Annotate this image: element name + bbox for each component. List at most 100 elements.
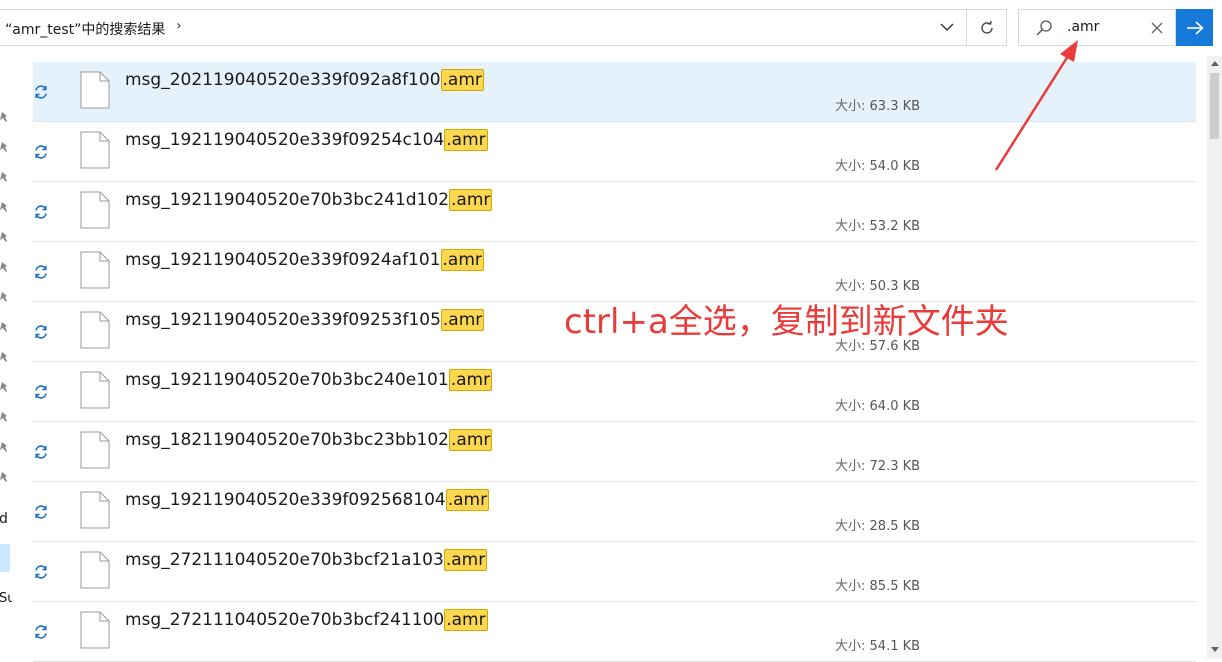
file-name[interactable]: msg_192119040520e339f092568104 .amr [125,489,490,511]
file-size: 大小: 54.1 KB [835,635,920,654]
file-size-label: 大小: [835,399,866,414]
sync-status-icon [35,325,47,339]
file-icon [80,71,110,109]
chevron-down-icon [940,23,954,31]
nav-item-partial[interactable]: d [0,511,8,527]
pin-icon[interactable] [0,232,8,242]
search-match-highlight: .amr [449,189,493,211]
file-size: 大小: 72.3 KB [835,455,920,474]
file-size-value: 28.5 KB [869,519,921,534]
search-match-highlight: .amr [444,609,488,631]
file-row[interactable]: msg_182119040520e70b3bc23bb102 .amr 大小: 72… [33,422,1196,482]
pin-icon[interactable] [0,202,8,212]
sync-status-icon [35,265,47,279]
file-icon [80,611,110,649]
file-size-value: 72.3 KB [869,459,921,474]
file-icon [80,311,110,349]
file-name-prefix: msg_182119040520e70b3bc23bb102 [125,430,449,450]
caret-up-icon [1210,61,1219,66]
file-size-label: 大小: [835,639,866,654]
breadcrumb-chevron-icon[interactable]: › [176,18,182,34]
file-name-prefix: msg_192119040520e339f09254c104 [125,130,445,150]
file-size: 大小: 85.5 KB [835,575,920,594]
file-name[interactable]: msg_272111040520e70b3bcf241100 .amr [125,609,488,631]
file-size-label: 大小: [835,279,866,294]
search-match-highlight: .amr [440,69,484,91]
pin-icon[interactable] [0,442,8,452]
file-size-value: 54.1 KB [869,639,921,654]
file-size-label: 大小: [835,219,866,234]
file-size-label: 大小: [835,159,866,174]
pin-icon[interactable] [0,172,8,182]
close-icon [1151,22,1163,34]
file-name[interactable]: msg_192119040520e339f09253f105 .amr [125,309,485,331]
scroll-down-button[interactable] [1207,642,1222,657]
search-match-highlight: .amr [440,249,484,271]
file-name[interactable]: msg_192119040520e339f0924af101 .amr [125,249,484,271]
pin-icon[interactable] [0,112,8,122]
file-row[interactable]: msg_272111040520e70b3bcf21a103 .amr 大小: 85… [33,542,1196,602]
pin-icon[interactable] [0,292,8,302]
file-row[interactable]: msg_192119040520e339f092568104 .amr 大小: 28… [33,482,1196,542]
search-match-highlight: .amr [445,489,490,511]
pin-icon[interactable] [0,382,8,392]
vertical-scrollbar[interactable] [1207,56,1222,659]
file-size-value: 50.3 KB [869,279,921,294]
file-size-label: 大小: [835,99,866,114]
pin-icon[interactable] [0,352,8,362]
file-name[interactable]: msg_182119040520e70b3bc23bb102 .amr [125,429,493,451]
search-match-highlight: .amr [444,129,488,151]
file-size: 大小: 54.0 KB [835,155,920,174]
sync-status-icon [35,505,47,519]
file-name-prefix: msg_272111040520e70b3bcf241100 [125,610,445,630]
file-name[interactable]: msg_192119040520e339f09254c104 .amr [125,129,488,151]
breadcrumb[interactable]: “amr_test”中的搜索结果 [5,19,165,39]
file-size-value: 54.0 KB [869,159,921,174]
file-name[interactable]: msg_272111040520e70b3bcf21a103 .amr [125,549,488,571]
file-name-prefix: msg_272111040520e70b3bcf21a103 [125,550,444,570]
pin-icon[interactable] [0,472,8,482]
file-icon [80,131,110,169]
file-size-label: 大小: [835,519,866,534]
file-name-prefix: msg_192119040520e339f0924af101 [125,250,441,270]
file-size: 大小: 53.2 KB [835,215,920,234]
file-size-label: 大小: [835,579,866,594]
scrollbar-thumb[interactable] [1210,73,1219,139]
address-dropdown-button[interactable] [929,10,965,45]
file-row[interactable]: msg_192119040520e70b3bc240e101 .amr 大小: 64… [33,362,1196,422]
scroll-up-button[interactable] [1207,56,1222,71]
annotation-arrow-icon [994,40,1078,171]
search-match-highlight: .amr [448,369,493,391]
nav-item-selected[interactable] [0,544,10,572]
file-icon [80,491,110,529]
file-size-value: 63.3 KB [869,99,921,114]
nav-item-partial[interactable]: Su [0,591,12,606]
pin-icon[interactable] [0,262,8,272]
search-match-highlight: .amr [440,309,485,331]
file-name-prefix: msg_192119040520e70b3bc240e101 [125,370,449,390]
caret-down-icon [1210,647,1219,652]
file-name[interactable]: msg_202119040520e339f092a8f100 .amr [125,69,484,91]
file-row[interactable]: msg_192119040520e339f0924af101 .amr 大小: 50… [33,242,1196,302]
file-size: 大小: 28.5 KB [835,515,920,534]
file-name-prefix: msg_192119040520e339f09253f105 [125,310,441,330]
pin-icon[interactable] [0,322,8,332]
file-icon [80,251,110,289]
file-row[interactable]: msg_192119040520e70b3bc241d102 .amr 大小: 53… [33,182,1196,242]
pin-icon[interactable] [0,412,8,422]
file-row[interactable]: msg_272111040520e70b3bcf241100 .amr 大小: 54… [33,602,1196,662]
address-bar[interactable]: “amr_test”中的搜索结果 › [0,9,1007,46]
file-size-label: 大小: [835,459,866,474]
pin-icon[interactable] [0,142,8,152]
navigation-pane[interactable]: d Su [0,56,12,659]
annotation-text: ctrl+a全选，复制到新文件夹 [564,302,1009,342]
sync-status-icon [35,385,47,399]
search-clear-button[interactable] [1147,18,1167,38]
file-size: 大小: 50.3 KB [835,275,920,294]
file-size-value: 64.0 KB [869,399,921,414]
file-name[interactable]: msg_192119040520e70b3bc240e101 .amr [125,369,493,391]
sync-status-icon [35,565,47,579]
search-match-highlight: .amr [443,549,488,571]
file-name[interactable]: msg_192119040520e70b3bc241d102 .amr [125,189,493,211]
search-go-button[interactable] [1176,9,1213,46]
